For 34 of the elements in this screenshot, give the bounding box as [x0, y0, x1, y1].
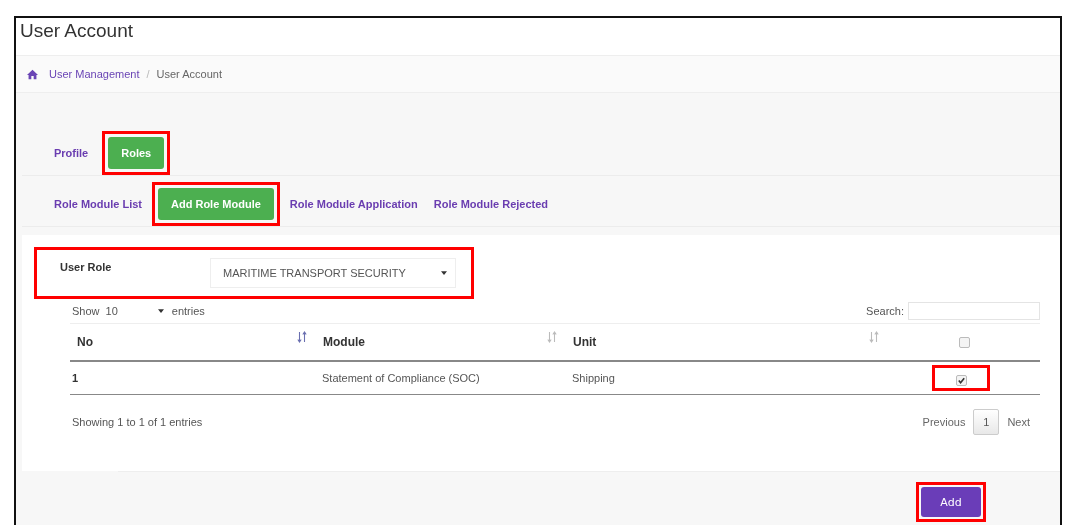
entries-label: entries	[171, 305, 205, 317]
table-info: Showing 1 to 1 of 1 entries	[72, 416, 203, 428]
breadcrumb-separator: /	[146, 68, 150, 80]
tab[interactable]: Role Module List	[48, 188, 148, 220]
add-button[interactable]: Add	[921, 487, 981, 517]
sort-icon[interactable]	[547, 331, 557, 343]
table-cell: Shipping	[572, 372, 615, 384]
tab[interactable]: Profile	[48, 137, 95, 169]
select-all-checkbox[interactable]	[958, 337, 970, 349]
page-button[interactable]: 1	[973, 409, 1000, 435]
tab[interactable]: Role Module Application	[283, 188, 424, 220]
previous-link[interactable]: Previous	[922, 416, 966, 428]
role-select[interactable]: MARITIME TRANSPORT SECURITY	[210, 258, 456, 288]
page-size-select[interactable]: 10	[105, 305, 164, 317]
search-field[interactable]	[908, 302, 1040, 320]
table-cell: Statement of Compliance (SOC)	[322, 372, 480, 384]
column-header[interactable]: Unit	[573, 335, 597, 349]
next-link[interactable]: Next	[1007, 416, 1030, 428]
sort-icon[interactable]	[869, 331, 879, 343]
field-label: User Role	[60, 261, 113, 273]
row-checkbox[interactable]	[955, 374, 967, 386]
search-label: Search:	[866, 305, 904, 317]
column-header[interactable]: No	[77, 335, 93, 349]
column-header[interactable]: Module	[323, 335, 365, 349]
sort-icon[interactable]	[297, 331, 307, 343]
breadcrumb-link[interactable]: User Management	[49, 68, 140, 80]
tab[interactable]: Role Module Rejected	[427, 188, 555, 220]
page-title: User Account	[20, 19, 133, 42]
caret-icon	[441, 271, 447, 275]
breadcrumb-current: User Account	[156, 68, 222, 80]
caret-icon	[157, 309, 164, 313]
table-cell: 1	[72, 372, 79, 384]
show-label: Show	[72, 305, 100, 317]
home-icon[interactable]	[26, 68, 39, 80]
